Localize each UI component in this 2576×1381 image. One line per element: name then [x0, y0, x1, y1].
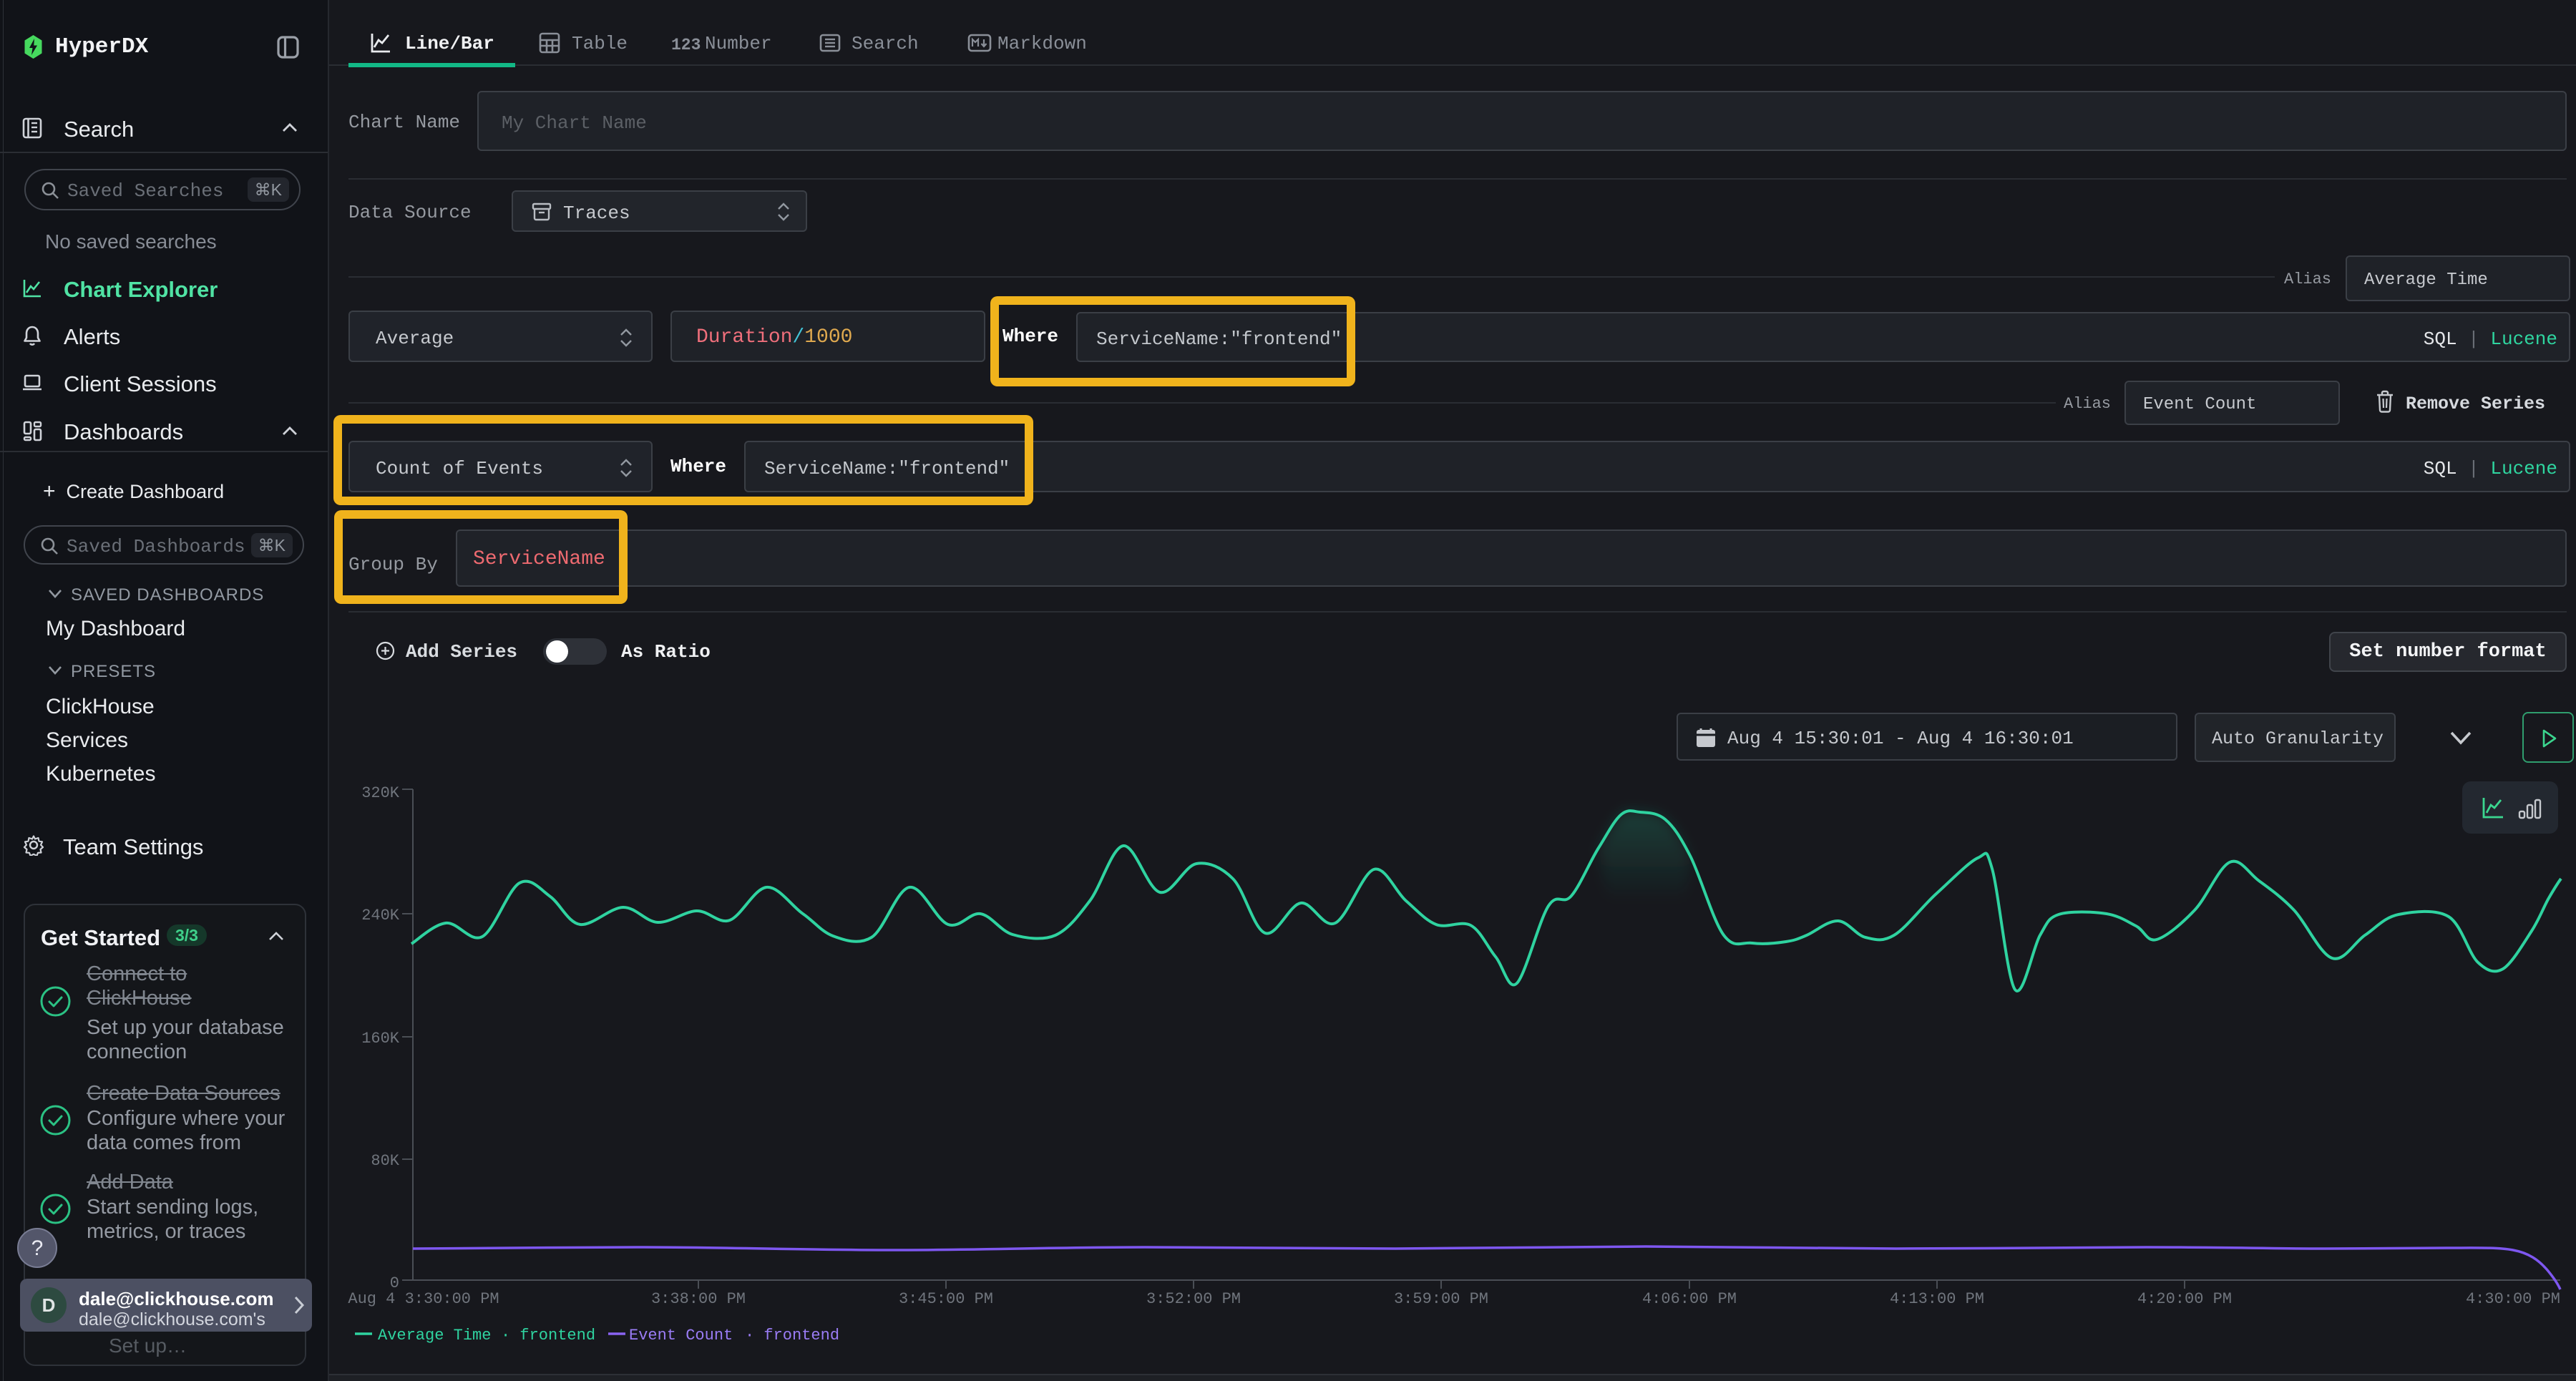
- svg-text:Aug 4 3:30:00 PM: Aug 4 3:30:00 PM: [348, 1290, 499, 1308]
- svg-text:· frontend: · frontend: [745, 1327, 839, 1345]
- svg-text:4:20:00 PM: 4:20:00 PM: [2137, 1290, 2232, 1308]
- svg-text:· frontend: · frontend: [501, 1327, 595, 1345]
- svg-text:4:06:00 PM: 4:06:00 PM: [1642, 1290, 1737, 1308]
- svg-text:3:52:00 PM: 3:52:00 PM: [1146, 1290, 1241, 1308]
- svg-text:Average Time: Average Time: [378, 1327, 491, 1345]
- svg-text:80K: 80K: [371, 1152, 399, 1170]
- svg-text:3:59:00 PM: 3:59:00 PM: [1394, 1290, 1488, 1308]
- svg-text:4:13:00 PM: 4:13:00 PM: [1890, 1290, 1984, 1308]
- svg-text:Event Count: Event Count: [629, 1327, 733, 1345]
- svg-text:3:38:00 PM: 3:38:00 PM: [651, 1290, 746, 1308]
- svg-text:4:30:00 PM: 4:30:00 PM: [2466, 1290, 2560, 1308]
- svg-text:160K: 160K: [361, 1030, 400, 1048]
- svg-text:320K: 320K: [361, 784, 400, 802]
- svg-text:240K: 240K: [361, 907, 400, 924]
- svg-text:3:45:00 PM: 3:45:00 PM: [899, 1290, 993, 1308]
